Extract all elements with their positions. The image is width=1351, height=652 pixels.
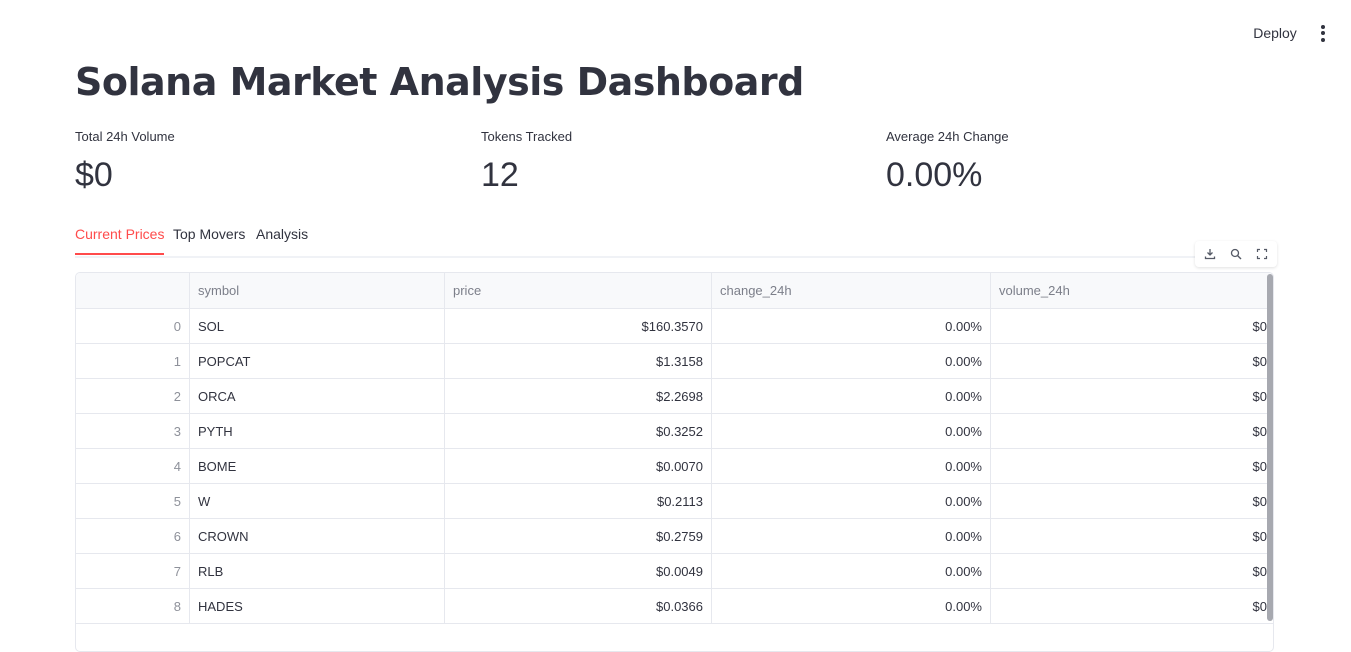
tab-top-movers[interactable]: Top Movers: [173, 224, 245, 254]
cell-symbol[interactable]: POPCAT: [190, 344, 445, 378]
search-icon[interactable]: [1228, 246, 1244, 262]
cell-change[interactable]: 0.00%: [712, 484, 991, 518]
cell-symbol[interactable]: BOME: [190, 449, 445, 483]
table-toolbar: [1195, 241, 1277, 267]
cell-volume[interactable]: $0: [991, 484, 1273, 518]
column-header-symbol[interactable]: symbol: [190, 273, 445, 308]
header-bar: Deploy: [0, 0, 1351, 60]
table-header-row: symbol price change_24h volume_24h: [76, 273, 1273, 309]
index-header: [76, 273, 190, 308]
cell-change[interactable]: 0.00%: [712, 379, 991, 413]
cell-change[interactable]: 0.00%: [712, 414, 991, 448]
cell-price[interactable]: $1.3158: [445, 344, 712, 378]
cell-price[interactable]: $0.0070: [445, 449, 712, 483]
column-header-change_24h[interactable]: change_24h: [712, 273, 991, 308]
metric-average-change: Average 24h Change 0.00%: [886, 129, 1266, 195]
table-row[interactable]: 3 PYTH $0.3252 0.00% $0: [76, 414, 1273, 449]
row-index: 4: [76, 449, 190, 483]
metric-total-volume: Total 24h Volume $0: [75, 129, 455, 195]
metric-tokens-tracked: Tokens Tracked 12: [481, 129, 861, 195]
cell-symbol[interactable]: PYTH: [190, 414, 445, 448]
cell-volume[interactable]: $0: [991, 309, 1273, 343]
column-header-price[interactable]: price: [445, 273, 712, 308]
cell-symbol[interactable]: HADES: [190, 589, 445, 623]
table-row[interactable]: 2 ORCA $2.2698 0.00% $0: [76, 379, 1273, 414]
cell-symbol[interactable]: RLB: [190, 554, 445, 588]
row-index: 8: [76, 589, 190, 623]
cell-volume[interactable]: $0: [991, 554, 1273, 588]
cell-change[interactable]: 0.00%: [712, 519, 991, 553]
row-index: 3: [76, 414, 190, 448]
row-index: 2: [76, 379, 190, 413]
tab-current-prices[interactable]: Current Prices: [75, 224, 165, 255]
fullscreen-icon[interactable]: [1254, 246, 1270, 262]
cell-price[interactable]: $0.2759: [445, 519, 712, 553]
metric-label: Tokens Tracked: [481, 129, 573, 144]
row-index: 0: [76, 309, 190, 343]
download-icon[interactable]: [1202, 246, 1218, 262]
cell-volume[interactable]: $0: [991, 344, 1273, 378]
cell-price[interactable]: $2.2698: [445, 379, 712, 413]
table-row[interactable]: 1 POPCAT $1.3158 0.00% $0: [76, 344, 1273, 379]
cell-change[interactable]: 0.00%: [712, 344, 991, 378]
table-row[interactable]: 4 BOME $0.0070 0.00% $0: [76, 449, 1273, 484]
cell-price[interactable]: $160.3570: [445, 309, 712, 343]
table-scrollbar[interactable]: [1267, 274, 1273, 621]
metric-label: Total 24h Volume: [75, 129, 175, 144]
table-row[interactable]: 6 CROWN $0.2759 0.00% $0: [76, 519, 1273, 554]
cell-volume[interactable]: $0: [991, 589, 1273, 623]
metric-value: 0.00%: [886, 156, 983, 194]
column-header-volume_24h[interactable]: volume_24h: [991, 273, 1273, 308]
cell-price[interactable]: $0.0366: [445, 589, 712, 623]
cell-price[interactable]: $0.3252: [445, 414, 712, 448]
cell-volume[interactable]: $0: [991, 379, 1273, 413]
cell-symbol[interactable]: SOL: [190, 309, 445, 343]
row-index: 5: [76, 484, 190, 518]
tab-bar: Current Prices Top Movers Analysis: [75, 224, 1275, 258]
tab-analysis[interactable]: Analysis: [256, 224, 308, 254]
table-row[interactable]: 8 HADES $0.0366 0.00% $0: [76, 589, 1273, 624]
cell-symbol[interactable]: W: [190, 484, 445, 518]
row-index: 1: [76, 344, 190, 378]
cell-volume[interactable]: $0: [991, 519, 1273, 553]
table-row[interactable]: 5 W $0.2113 0.00% $0: [76, 484, 1273, 519]
cell-change[interactable]: 0.00%: [712, 589, 991, 623]
metric-value: 12: [481, 156, 519, 194]
cell-change[interactable]: 0.00%: [712, 554, 991, 588]
cell-change[interactable]: 0.00%: [712, 309, 991, 343]
row-index: 7: [76, 554, 190, 588]
table-row[interactable]: 0 SOL $160.3570 0.00% $0: [76, 309, 1273, 344]
cell-symbol[interactable]: ORCA: [190, 379, 445, 413]
metric-value: $0: [75, 156, 113, 194]
table-row[interactable]: 7 RLB $0.0049 0.00% $0: [76, 554, 1273, 589]
cell-symbol[interactable]: CROWN: [190, 519, 445, 553]
metric-label: Average 24h Change: [886, 129, 1009, 144]
kebab-menu-icon[interactable]: [1312, 22, 1334, 44]
data-table[interactable]: symbol price change_24h volume_24h 0 SOL $160.…: [75, 272, 1274, 652]
deploy-button[interactable]: Deploy: [1242, 24, 1308, 42]
cell-volume[interactable]: $0: [991, 414, 1273, 448]
cell-price[interactable]: $0.0049: [445, 554, 712, 588]
cell-change[interactable]: 0.00%: [712, 449, 991, 483]
cell-price[interactable]: $0.2113: [445, 484, 712, 518]
row-index: 6: [76, 519, 190, 553]
cell-volume[interactable]: $0: [991, 449, 1273, 483]
page-title: Solana Market Analysis Dashboard: [75, 60, 804, 104]
